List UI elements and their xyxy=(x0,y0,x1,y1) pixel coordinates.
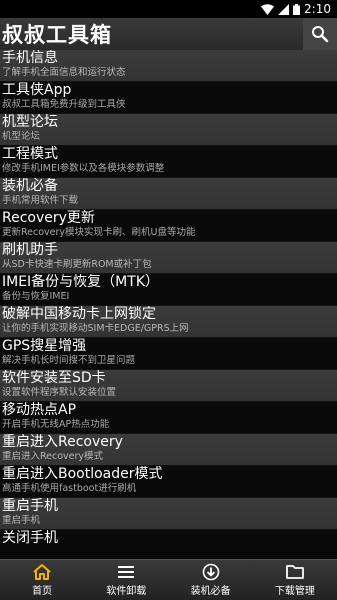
menu-item-subtitle: 从SD卡快速卡刷更新ROM或补丁包 xyxy=(2,259,152,270)
download-icon xyxy=(202,563,219,581)
app-title: 叔叔工具箱 xyxy=(2,23,112,47)
wifi-icon xyxy=(261,3,275,15)
menu-item-subtitle: 修改手机IMEI参数以及各模块参数调整 xyxy=(2,163,165,174)
menu-item-power-off[interactable]: 关闭手机 xyxy=(0,530,337,560)
nav-tab-label: 装机必备 xyxy=(190,586,231,597)
menu-item-subtitle: 了解手机全面信息和运行状态 xyxy=(2,67,126,78)
menu-item-subtitle: 解决手机长时间搜不到卫星问题 xyxy=(2,355,136,366)
menu-item-title: 移动热点AP xyxy=(2,402,77,418)
menu-item-title: 手机信息 xyxy=(2,50,58,66)
status-bar: 2:10 xyxy=(0,0,337,18)
menu-item-title: 装机必备 xyxy=(2,178,58,194)
nav-tab-label: 软件卸载 xyxy=(106,586,147,597)
menu-item-reboot-phone[interactable]: 重启手机 重启手机 xyxy=(0,498,337,530)
bottom-nav: 首页 软件卸载 装机必备 下载管理 xyxy=(0,559,337,600)
menu-item-recovery-update[interactable]: Recovery更新 更新Recovery模块实现卡刷、刷机U盘等功能 xyxy=(0,210,337,242)
menu-item-gps-boost[interactable]: GPS搜星增强 解决手机长时间搜不到卫星问题 xyxy=(0,338,337,370)
menu-item-subtitle: 机型论坛 xyxy=(2,131,41,142)
menu-item-flash-assistant[interactable]: 刷机助手 从SD卡快速卡刷更新ROM或补丁包 xyxy=(0,242,337,274)
search-button[interactable] xyxy=(303,18,337,50)
nav-tab-downloads[interactable]: 下载管理 xyxy=(253,560,337,600)
menu-item-title: 刷机助手 xyxy=(2,242,58,258)
menu-item-title: Recovery更新 xyxy=(2,210,95,226)
menu-item-title: 工具侠App xyxy=(2,82,72,98)
menu-item-title: IMEI备份与恢复（MTK） xyxy=(2,274,159,290)
list-icon xyxy=(118,566,135,578)
title-bar: 叔叔工具箱 xyxy=(0,18,337,50)
menu-item-subtitle: 重启进入Recovery模式 xyxy=(2,451,104,462)
menu-item-subtitle: 手机常用软件下载 xyxy=(2,195,79,206)
menu-item-subtitle: 叔叔工具箱免费升级到工具侠 xyxy=(2,99,126,110)
nav-tab-uninstall[interactable]: 软件卸载 xyxy=(84,560,168,600)
menu-item-subtitle: 备份与恢复IMEI xyxy=(2,291,70,302)
nav-tab-label: 下载管理 xyxy=(274,586,315,597)
folder-icon xyxy=(285,565,304,579)
menu-item-title: 重启进入Bootloader模式 xyxy=(2,466,163,482)
menu-item-title: 破解中国移动卡上网锁定 xyxy=(2,306,156,322)
menu-item-phone-info[interactable]: 手机信息 了解手机全面信息和运行状态 xyxy=(0,50,337,82)
menu-item-model-forum[interactable]: 机型论坛 机型论坛 xyxy=(0,114,337,146)
menu-item-subtitle: 开启手机无线AP热点功能 xyxy=(2,419,110,430)
menu-item-title: 机型论坛 xyxy=(2,114,58,130)
menu-item-title: GPS搜星增强 xyxy=(2,338,87,354)
menu-item-imei-backup[interactable]: IMEI备份与恢复（MTK） 备份与恢复IMEI xyxy=(0,274,337,306)
menu-item-title: 软件安装至SD卡 xyxy=(2,370,106,386)
menu-item-subtitle: 高通手机使用fastboot进行刷机 xyxy=(2,483,137,494)
battery-icon xyxy=(293,3,301,15)
menu-item-reboot-bootloader[interactable]: 重启进入Bootloader模式 高通手机使用fastboot进行刷机 xyxy=(0,466,337,498)
menu-item-title: 重启手机 xyxy=(2,498,58,514)
nav-tab-label: 首页 xyxy=(32,586,53,597)
menu-item-subtitle: 更新Recovery模块实现卡刷、刷机U盘等功能 xyxy=(2,227,196,238)
menu-item-unlock-cmcc[interactable]: 破解中国移动卡上网锁定 让你的手机实现移动SIM卡EDGE/GPRS上网 xyxy=(0,306,337,338)
menu-item-essential-apps[interactable]: 装机必备 手机常用软件下载 xyxy=(0,178,337,210)
menu-item-subtitle: 让你的手机实现移动SIM卡EDGE/GPRS上网 xyxy=(2,323,189,334)
search-icon xyxy=(312,26,329,43)
status-time: 2:10 xyxy=(304,2,331,16)
menu-item-engineering-mode[interactable]: 工程模式 修改手机IMEI参数以及各模块参数调整 xyxy=(0,146,337,178)
menu-item-title: 工程模式 xyxy=(2,146,58,162)
home-icon xyxy=(33,564,51,580)
signal-icon xyxy=(278,3,290,15)
nav-tab-home[interactable]: 首页 xyxy=(0,560,84,600)
menu-item-reboot-recovery[interactable]: 重启进入Recovery 重启进入Recovery模式 xyxy=(0,434,337,466)
menu-item-title: 关闭手机 xyxy=(2,530,58,546)
menu-list: 手机信息 了解手机全面信息和运行状态 工具侠App 叔叔工具箱免费升级到工具侠 … xyxy=(0,50,337,560)
menu-item-install-to-sd[interactable]: 软件安装至SD卡 设置软件程序默认安装位置 xyxy=(0,370,337,402)
nav-tab-essentials[interactable]: 装机必备 xyxy=(169,560,253,600)
menu-item-tool-hero-app[interactable]: 工具侠App 叔叔工具箱免费升级到工具侠 xyxy=(0,82,337,114)
menu-item-hotspot-ap[interactable]: 移动热点AP 开启手机无线AP热点功能 xyxy=(0,402,337,434)
menu-item-subtitle: 重启手机 xyxy=(2,515,41,526)
menu-item-title: 重启进入Recovery xyxy=(2,434,123,450)
menu-item-subtitle: 设置软件程序默认安装位置 xyxy=(2,387,117,398)
